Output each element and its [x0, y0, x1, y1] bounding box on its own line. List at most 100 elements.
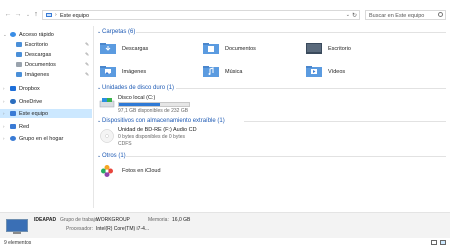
back-arrow-icon[interactable]: ← [4, 11, 12, 19]
content-pane: ⌄ Carpetas (6) Descargas Documentos Escr… [96, 26, 446, 208]
desktop-folder-icon [16, 42, 22, 47]
sidebar-item-desktop[interactable]: Escritorio ✎ [0, 40, 92, 49]
refresh-icon[interactable]: ↻ [352, 12, 357, 19]
videos-folder-icon [306, 66, 322, 77]
icloud-photos-tile[interactable]: Fotos en iCloud [96, 163, 206, 180]
chevron-right-icon[interactable]: › [3, 136, 5, 141]
tiles-view-icon[interactable] [440, 240, 446, 245]
memory-value: 16,0 GB [172, 217, 191, 223]
group-divider [176, 88, 446, 89]
removable-drive-tile[interactable]: Unidad de BD-RE (F:) Audio CD 0 bytes di… [96, 127, 226, 149]
homegroup-icon [10, 136, 16, 141]
desktop-folder-icon [306, 43, 322, 54]
navigation-bar: ← → ⌄ ↑ › Este equipo ⌄ ↻ Buscar en Este… [0, 9, 450, 21]
group-header-folders[interactable]: ⌄ Carpetas (6) [96, 28, 446, 36]
details-view-icon[interactable] [431, 240, 437, 245]
documents-folder-icon [16, 62, 22, 67]
sidebar-item-network[interactable]: › Red [0, 122, 92, 131]
sidebar-item-quick-access[interactable]: ⌄ Acceso rápido [0, 30, 92, 39]
sidebar-item-label: Descargas [25, 51, 52, 58]
group-divider [136, 32, 446, 33]
drive-usage-fill [119, 103, 160, 106]
group-title: Dispositivos con almacenamiento extraíbl… [102, 118, 225, 124]
search-placeholder: Buscar en Este equipo [369, 12, 425, 19]
pictures-folder-icon [100, 66, 116, 77]
folder-tile[interactable]: Imágenes [96, 65, 196, 78]
computer-icon [46, 13, 52, 17]
processor-value: Intel(R) Core(TM) i7-4... [96, 226, 150, 232]
address-dropdown-icon[interactable]: ⌄ [346, 12, 350, 18]
computer-icon [10, 111, 16, 116]
sidebar-item-label: Escritorio [25, 41, 48, 48]
drive-tile[interactable]: Disco local (C:) 97,1 GB disponibles de … [96, 95, 206, 115]
sidebar-item-label: OneDrive [19, 98, 43, 105]
sidebar-item-label: Grupo en el hogar [19, 135, 64, 142]
sidebar-item-documents[interactable]: Documentos ✎ [0, 60, 92, 69]
computer-name: IDEAPAD [34, 217, 57, 223]
sidebar-item-label: Red [19, 123, 30, 130]
chevron-down-icon[interactable]: ⌄ [97, 29, 101, 35]
drive-label: Unidad de BD-RE (F:) Audio CD [118, 127, 197, 133]
group-title: Carpetas (6) [102, 29, 136, 35]
pin-icon[interactable]: ✎ [85, 42, 89, 48]
sidebar-item-dropbox[interactable]: › Dropbox [0, 84, 92, 93]
navigation-pane: ⌄ Acceso rápido Escritorio ✎ Descargas ✎… [0, 28, 92, 208]
sidebar-item-downloads[interactable]: Descargas ✎ [0, 50, 92, 59]
folder-tile[interactable]: Música [199, 65, 299, 78]
group-divider [126, 156, 446, 157]
folder-tile[interactable]: Escritorio [302, 42, 402, 55]
group-divider [244, 121, 446, 122]
group-header-drives[interactable]: ⌄ Unidades de disco duro (1) [96, 84, 446, 92]
memory-label: Memoria: [148, 217, 169, 223]
forward-arrow-icon[interactable]: → [14, 11, 22, 19]
pane-divider[interactable] [93, 26, 94, 208]
status-bar: 9 elementos [0, 238, 450, 248]
chevron-down-icon[interactable]: ⌄ [3, 32, 7, 38]
group-header-others[interactable]: ⌄ Otros (1) [96, 152, 446, 160]
pin-icon[interactable]: ✎ [85, 72, 89, 78]
workgroup-label: Grupo de trabajo: [60, 217, 99, 223]
sidebar-item-label: Documentos [25, 61, 56, 68]
chevron-right-icon[interactable]: › [3, 86, 5, 91]
pin-icon[interactable]: ✎ [85, 52, 89, 58]
address-bar[interactable]: › Este equipo ⌄ ↻ [42, 10, 360, 20]
folder-tile[interactable]: Documentos [199, 42, 299, 55]
sidebar-item-label: Este equipo [19, 110, 49, 117]
group-header-removable[interactable]: ⌄ Dispositivos con almacenamiento extraí… [96, 117, 446, 125]
group-title: Otros (1) [102, 153, 126, 159]
folder-label: Documentos [225, 45, 256, 52]
network-icon [10, 124, 16, 129]
details-pane: IDEAPAD Grupo de trabajo: WORKGROUP Memo… [0, 212, 450, 238]
optical-disc-icon [100, 129, 114, 143]
computer-icon [6, 219, 28, 234]
pictures-folder-icon [16, 72, 22, 77]
recent-locations-icon[interactable]: ⌄ [24, 11, 32, 19]
sidebar-item-homegroup[interactable]: › Grupo en el hogar [0, 134, 92, 143]
chevron-right-icon[interactable]: › [3, 99, 5, 104]
folder-tile[interactable]: Vídeos [302, 65, 402, 78]
sidebar-item-this-pc[interactable]: › Este equipo [0, 109, 92, 118]
pin-icon[interactable]: ✎ [85, 62, 89, 68]
breadcrumb-location[interactable]: Este equipo [60, 13, 89, 19]
chevron-right-icon[interactable]: › [3, 111, 5, 116]
breadcrumb-separator: › [55, 12, 57, 18]
chevron-right-icon[interactable]: › [3, 124, 5, 129]
sidebar-item-pictures[interactable]: Imágenes ✎ [0, 70, 92, 79]
drive-label: Disco local (C:) [118, 95, 156, 101]
drive-usage-bar [118, 102, 190, 107]
workgroup-value: WORKGROUP [96, 217, 130, 223]
music-folder-icon [203, 66, 219, 77]
star-icon [10, 32, 16, 37]
other-item-label: Fotos en iCloud [122, 168, 161, 174]
folder-label: Escritorio [328, 45, 351, 52]
up-arrow-icon[interactable]: ↑ [32, 11, 40, 19]
chevron-down-icon[interactable]: ⌄ [97, 85, 101, 91]
sidebar-item-onedrive[interactable]: › OneDrive [0, 97, 92, 106]
chevron-down-icon[interactable]: ⌄ [97, 153, 101, 159]
search-icon[interactable] [438, 12, 443, 17]
folder-label: Descargas [122, 45, 149, 52]
icloud-photos-icon [101, 165, 113, 177]
search-box[interactable]: Buscar en Este equipo [365, 10, 446, 20]
folder-tile[interactable]: Descargas [96, 42, 196, 55]
chevron-down-icon[interactable]: ⌄ [97, 118, 101, 124]
